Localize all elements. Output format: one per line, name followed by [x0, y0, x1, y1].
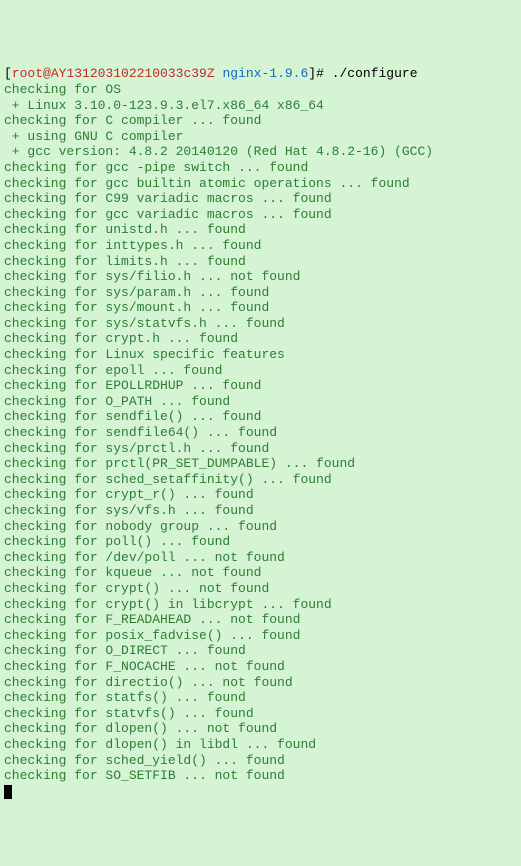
terminal-output-line: checking for SO_SETFIB ... not found	[4, 768, 517, 784]
terminal-output-line: checking for sys/statvfs.h ... found	[4, 316, 517, 332]
terminal-output-line: checking for sched_setaffinity() ... fou…	[4, 472, 517, 488]
terminal-output-line: checking for crypt.h ... found	[4, 331, 517, 347]
terminal-output-line: checking for limits.h ... found	[4, 254, 517, 270]
terminal-output: checking for OS + Linux 3.10.0-123.9.3.e…	[4, 82, 517, 784]
terminal-output-line: + Linux 3.10.0-123.9.3.el7.x86_64 x86_64	[4, 98, 517, 114]
terminal-output-line: checking for F_READAHEAD ... not found	[4, 612, 517, 628]
terminal-output-line: checking for dlopen() ... not found	[4, 721, 517, 737]
terminal-output-line: checking for sys/mount.h ... found	[4, 300, 517, 316]
terminal-output-line: checking for C compiler ... found	[4, 113, 517, 129]
prompt-command[interactable]: ./configure	[332, 66, 418, 81]
terminal-output-line: checking for poll() ... found	[4, 534, 517, 550]
terminal-output-line: checking for F_NOCACHE ... not found	[4, 659, 517, 675]
terminal-output-line: checking for dlopen() in libdl ... found	[4, 737, 517, 753]
terminal-output-line: + gcc version: 4.8.2 20140120 (Red Hat 4…	[4, 144, 517, 160]
terminal-output-line: checking for EPOLLRDHUP ... found	[4, 378, 517, 394]
terminal-output-line: checking for unistd.h ... found	[4, 222, 517, 238]
terminal-output-line: checking for gcc -pipe switch ... found	[4, 160, 517, 176]
prompt-open-bracket: [	[4, 66, 12, 81]
terminal-output-line: checking for gcc builtin atomic operatio…	[4, 176, 517, 192]
terminal-output-line: checking for prctl(PR_SET_DUMPABLE) ... …	[4, 456, 517, 472]
terminal-output-line: checking for gcc variadic macros ... fou…	[4, 207, 517, 223]
terminal-output-line: checking for sendfile64() ... found	[4, 425, 517, 441]
terminal-output-line: checking for /dev/poll ... not found	[4, 550, 517, 566]
terminal-output-line: checking for crypt() in libcrypt ... fou…	[4, 597, 517, 613]
terminal-cursor	[4, 785, 12, 799]
terminal-output-line: checking for OS	[4, 82, 517, 98]
terminal-output-line: checking for sys/vfs.h ... found	[4, 503, 517, 519]
terminal-output-line: checking for directio() ... not found	[4, 675, 517, 691]
terminal-output-line: checking for posix_fadvise() ... found	[4, 628, 517, 644]
terminal-output-line: checking for nobody group ... found	[4, 519, 517, 535]
terminal-output-line: checking for sendfile() ... found	[4, 409, 517, 425]
prompt-user-host: root@AY131203102210033c39Z	[12, 66, 215, 81]
terminal-output-line: checking for O_DIRECT ... found	[4, 643, 517, 659]
terminal-output-line: checking for sched_yield() ... found	[4, 753, 517, 769]
terminal-output-line: checking for crypt_r() ... found	[4, 487, 517, 503]
terminal-output-line: checking for O_PATH ... found	[4, 394, 517, 410]
terminal-output-line: checking for statvfs() ... found	[4, 706, 517, 722]
terminal-output-line: checking for inttypes.h ... found	[4, 238, 517, 254]
terminal-output-line: + using GNU C compiler	[4, 129, 517, 145]
prompt-path: nginx-1.9.6	[222, 66, 308, 81]
terminal-output-line: checking for Linux specific features	[4, 347, 517, 363]
terminal-output-line: checking for statfs() ... found	[4, 690, 517, 706]
terminal-prompt-line: [root@AY131203102210033c39Z nginx-1.9.6]…	[4, 66, 517, 82]
terminal-output-line: checking for sys/param.h ... found	[4, 285, 517, 301]
prompt-close-bracket: ]#	[308, 66, 331, 81]
terminal-output-line: checking for C99 variadic macros ... fou…	[4, 191, 517, 207]
terminal-output-line: checking for epoll ... found	[4, 363, 517, 379]
terminal-output-line: checking for sys/filio.h ... not found	[4, 269, 517, 285]
terminal-output-line: checking for sys/prctl.h ... found	[4, 441, 517, 457]
terminal-output-line: checking for crypt() ... not found	[4, 581, 517, 597]
terminal-output-line: checking for kqueue ... not found	[4, 565, 517, 581]
